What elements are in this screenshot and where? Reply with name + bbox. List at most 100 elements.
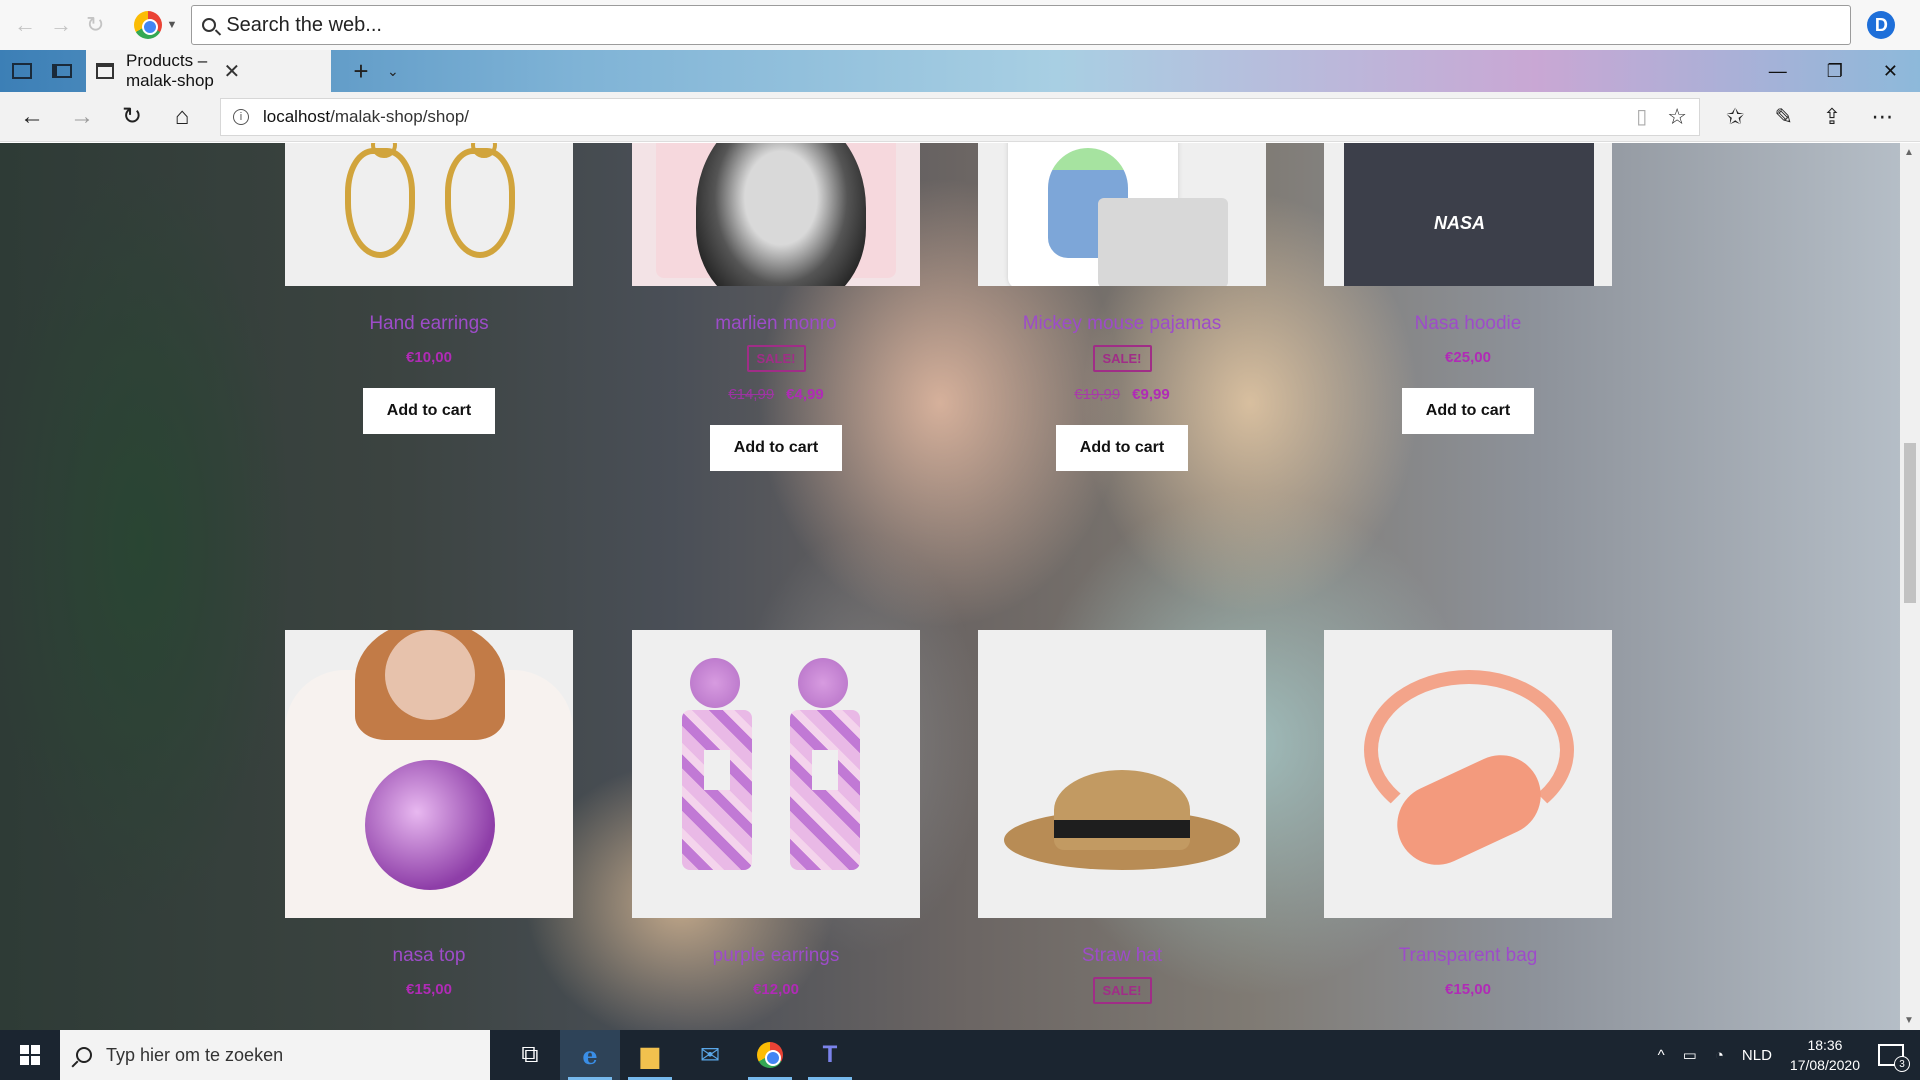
url-text: localhost/malak-shop/shop/ [263,107,469,127]
reading-view-icon[interactable]: ▯ [1636,104,1647,129]
scrollbar-thumb[interactable] [1904,443,1916,603]
back-icon[interactable]: ← [14,103,50,131]
product-image-hand-earrings[interactable] [285,143,573,286]
window-controls: — ❐ ✕ [1769,61,1898,82]
product-title[interactable]: Hand earrings [285,313,573,335]
chrome-logo-icon[interactable] [134,11,163,39]
task-view-icon[interactable]: ⧉ [500,1030,560,1080]
home-icon[interactable]: ⌂ [164,103,200,131]
set-tabs-aside-icon[interactable] [52,64,72,78]
taskbar-search-placeholder: Typ hier om te zoeken [106,1044,284,1065]
earring-shape [682,710,752,870]
product-title[interactable]: marlien monro [632,313,920,335]
back-arrow-icon[interactable]: ← [14,12,36,38]
forward-arrow-icon[interactable]: → [50,12,72,38]
add-to-cart-button[interactable]: Add to cart [362,388,496,434]
tab-products[interactable]: Products – malak-shop ✕ [86,50,331,92]
product-image-straw-hat[interactable] [978,630,1266,918]
new-tab-button[interactable]: + [341,56,381,87]
earring-shape [790,710,860,870]
add-to-cart-button[interactable]: Add to cart [1401,388,1535,434]
sale-price: €9,99 [1132,386,1170,403]
product-title[interactable]: Mickey mouse pajamas [978,313,1266,335]
chevron-down-icon[interactable]: ▼ [166,19,177,31]
product-title[interactable]: nasa top [285,945,573,967]
product-image-transparent-bag[interactable] [1324,630,1612,918]
add-to-cart-button[interactable]: Add to cart [709,425,843,471]
wifi-icon[interactable]: ◔ [1715,1047,1724,1064]
nasa-logo-icon: NASA [1434,213,1486,233]
system-tray: ^ ▭ ◔ NLD 18:36 17/08/2020 3 [1658,1035,1910,1075]
teams-icon[interactable]: T [800,1030,860,1080]
product-price: €25,00 [1445,349,1491,366]
search-toolbar: ← → ↻ ▼ Search the web... D [0,0,1920,50]
taskbar-apps: ⧉ e ▆ ✉ T [500,1030,860,1080]
minimize-icon[interactable]: — [1769,61,1787,82]
search-icon [76,1047,92,1063]
product-price: €15,00 [1445,981,1491,998]
chrome-icon[interactable] [740,1030,800,1080]
page-scrollbar[interactable]: ▲ ▼ [1900,143,1920,1030]
add-to-cart-button[interactable]: Add to cart [1055,425,1189,471]
more-icon[interactable]: ⋯ [1871,104,1893,130]
earring-top-shape [690,658,740,708]
pen-icon[interactable]: ✎ [1774,104,1792,130]
product-card: purple earrings €12,00 [632,630,920,998]
product-image-purple-earrings[interactable] [632,630,920,918]
page-icon [96,63,114,79]
product-image-mickey-pajamas[interactable] [978,143,1266,286]
language-indicator[interactable]: NLD [1742,1047,1772,1064]
product-title[interactable]: Transparent bag [1324,945,1612,967]
close-tab-icon[interactable]: ✕ [224,59,322,84]
clock[interactable]: 18:36 17/08/2020 [1790,1035,1860,1075]
web-search-input[interactable]: Search the web... [191,5,1852,45]
close-window-icon[interactable]: ✕ [1883,61,1898,82]
page-viewport: Hand earrings €10,00 Add to cart marlien… [0,143,1920,1030]
profile-avatar[interactable]: D [1867,11,1896,39]
favorites-icon[interactable]: ✩ [1726,104,1744,130]
product-card: Mickey mouse pajamas SALE! €19,99 €9,99 A… [978,143,1266,471]
product-image-nasa-top[interactable] [285,630,573,918]
model-face [385,630,475,720]
scroll-up-icon[interactable]: ▲ [1904,147,1914,158]
product-title[interactable]: Straw hat [978,945,1266,967]
edge-browser-icon[interactable]: e [560,1030,620,1080]
mail-icon[interactable]: ✉ [680,1030,740,1080]
product-image-nasa-hoodie[interactable]: NASA [1324,143,1612,286]
product-price: €12,00 [753,981,799,998]
taskbar-search-input[interactable]: Typ hier om te zoeken [60,1030,490,1080]
windows-logo-icon [20,1045,40,1065]
scroll-down-icon[interactable]: ▼ [1904,1015,1914,1026]
tab-actions-icon[interactable] [12,63,32,79]
product-title[interactable]: purple earrings [632,945,920,967]
earring-shape [445,143,515,258]
site-info-icon[interactable]: i [233,108,249,125]
hat-crown-shape [1054,770,1190,850]
file-explorer-icon[interactable]: ▆ [620,1030,680,1080]
product-image-marlien-monro[interactable] [632,143,920,286]
share-icon[interactable]: ⇪ [1823,104,1841,130]
earring-top-shape [798,658,848,708]
portrait-print [696,143,866,286]
globe-print [365,760,495,890]
forward-icon[interactable]: → [64,103,100,131]
battery-icon[interactable]: ▭ [1683,1046,1697,1064]
url-path: /malak-shop/shop/ [330,106,470,126]
product-title[interactable]: Nasa hoodie [1324,313,1612,335]
favorite-star-icon[interactable]: ☆ [1667,104,1687,130]
pajama-shorts-shape [1098,198,1228,286]
refresh-icon[interactable]: ↻ [86,12,104,38]
clock-date: 17/08/2020 [1789,1057,1860,1073]
product-card: Straw hat SALE! [978,630,1266,1004]
url-host: localhost [263,106,331,126]
product-price: €14,99 €4,99 [632,386,920,403]
tab-preview-chevron-icon[interactable]: ⌄ [387,63,399,80]
earring-shape [345,143,415,258]
show-hidden-icons-chevron-icon[interactable]: ^ [1658,1047,1665,1064]
product-price: €19,99 €9,99 [978,386,1266,403]
address-input[interactable]: i localhost/malak-shop/shop/ ▯ ☆ [220,97,1700,136]
notification-center-icon[interactable]: 3 [1878,1044,1910,1072]
reload-icon[interactable]: ↻ [114,102,150,131]
restore-icon[interactable]: ❐ [1827,61,1843,82]
start-button[interactable] [0,1030,60,1080]
